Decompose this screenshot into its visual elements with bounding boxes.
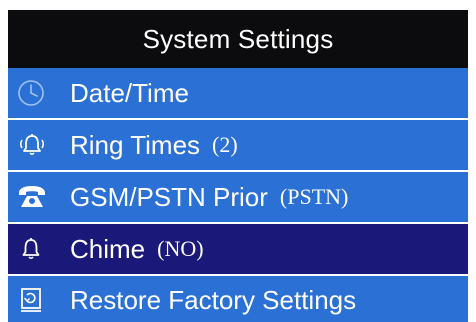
menu-item-label: GSM/PSTN Prior (70, 181, 268, 212)
page-title: System Settings (8, 10, 468, 68)
bell-icon (16, 233, 56, 265)
menu-item-value: (NO) (157, 236, 204, 261)
menu-item-value: (PSTN) (279, 184, 349, 209)
settings-screen: System Settings Date/Time Ring Times (2)… (8, 10, 468, 322)
menu-item-restore-factory-settings[interactable]: Restore Factory Settings (8, 276, 468, 322)
menu-item-gsm-pstn-prior[interactable]: GSM/PSTN Prior (PSTN) (8, 172, 468, 222)
clock-icon (16, 77, 56, 109)
menu-item-label: Date/Time (70, 77, 189, 108)
menu-item-value: (2) (212, 132, 238, 157)
menu-item-chime[interactable]: Chime (NO) (8, 224, 468, 274)
settings-menu: Date/Time Ring Times (2) GSM/PSTN Prior … (8, 68, 468, 322)
page-title-text: System Settings (142, 23, 334, 54)
menu-item-date-time[interactable]: Date/Time (8, 68, 468, 118)
menu-item-label: Ring Times (70, 129, 201, 160)
menu-item-label: Restore Factory Settings (70, 284, 357, 315)
menu-item-label: Chime (70, 233, 146, 264)
menu-item-ring-times[interactable]: Ring Times (2) (8, 120, 468, 170)
restore-icon (16, 284, 56, 316)
bell-ringing-icon (16, 129, 56, 161)
telephone-icon (16, 181, 56, 213)
